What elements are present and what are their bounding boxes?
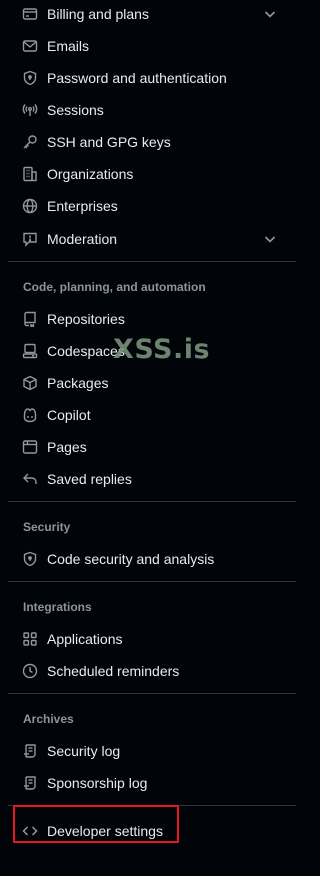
- chevron-down-icon[interactable]: [262, 231, 278, 247]
- sidebar-item-enterprises[interactable]: Enterprises: [14, 190, 294, 222]
- globe-icon: [22, 198, 38, 214]
- sidebar-item-label: Organizations: [47, 166, 134, 182]
- mail-icon: [22, 38, 38, 54]
- shield-lock-icon: [22, 551, 38, 567]
- divider: [8, 261, 296, 262]
- clock-icon: [22, 663, 38, 679]
- sidebar-item-label: Code security and analysis: [47, 551, 215, 567]
- sidebar-item-moderation[interactable]: Moderation: [14, 223, 294, 255]
- copilot-icon: [22, 407, 38, 423]
- sidebar-item-label: Security log: [47, 743, 121, 759]
- section-title-integrations: Integrations: [23, 600, 92, 614]
- section-title-security: Security: [23, 520, 71, 534]
- shield-lock-icon: [22, 70, 38, 86]
- reply-icon: [22, 471, 38, 487]
- sidebar-item-label: Emails: [47, 38, 90, 54]
- sidebar-item-label: SSH and GPG keys: [47, 134, 171, 150]
- sidebar-item-label: Saved replies: [47, 471, 132, 487]
- divider: [8, 501, 296, 502]
- repo-icon: [22, 311, 38, 327]
- sidebar-item-label: Billing and plans: [47, 6, 149, 22]
- sidebar-item-label: Applications: [47, 631, 123, 647]
- report-icon: [22, 231, 38, 247]
- sidebar-item-copilot[interactable]: Copilot: [14, 399, 294, 431]
- key-icon: [22, 134, 38, 150]
- divider: [8, 581, 296, 582]
- sidebar-item-saved-replies[interactable]: Saved replies: [14, 463, 294, 495]
- sidebar-item-label: Pages: [47, 439, 87, 455]
- organization-icon: [22, 166, 38, 182]
- sidebar-item-repositories[interactable]: Repositories: [14, 303, 294, 335]
- sidebar-item-ssh-gpg[interactable]: SSH and GPG keys: [14, 126, 294, 158]
- sidebar-item-label: Enterprises: [47, 198, 118, 214]
- sidebar-item-label: Password and authentication: [47, 70, 227, 86]
- watermark: XSS.is: [113, 334, 211, 365]
- sidebar-item-label: Scheduled reminders: [47, 663, 180, 679]
- sidebar-item-scheduled-reminders[interactable]: Scheduled reminders: [14, 655, 294, 687]
- broadcast-icon: [22, 102, 38, 118]
- sidebar-item-label: Sponsorship log: [47, 775, 148, 791]
- log-icon: [22, 743, 38, 759]
- sidebar-item-label: Moderation: [47, 231, 118, 247]
- highlight-annotation: [13, 805, 179, 843]
- chevron-down-icon[interactable]: [262, 6, 278, 22]
- sidebar-item-label: Copilot: [47, 407, 91, 423]
- sidebar-item-label: Repositories: [47, 311, 125, 327]
- section-title-archives: Archives: [23, 712, 74, 726]
- sidebar-item-organizations[interactable]: Organizations: [14, 158, 294, 190]
- sidebar-item-label: Packages: [47, 375, 109, 391]
- log-icon: [22, 775, 38, 791]
- sidebar-item-billing[interactable]: Billing and plans: [14, 0, 294, 30]
- sidebar-item-code-security[interactable]: Code security and analysis: [14, 543, 294, 575]
- apps-icon: [22, 631, 38, 647]
- sidebar-item-label: Sessions: [47, 102, 104, 118]
- section-title-code: Code, planning, and automation: [23, 280, 206, 294]
- browser-icon: [22, 439, 38, 455]
- divider: [8, 693, 296, 694]
- sidebar-item-password[interactable]: Password and authentication: [14, 62, 294, 94]
- sidebar-item-emails[interactable]: Emails: [14, 30, 294, 62]
- credit-card-icon: [22, 6, 38, 22]
- sidebar-item-security-log[interactable]: Security log: [14, 735, 294, 767]
- package-icon: [22, 375, 38, 391]
- sidebar-item-applications[interactable]: Applications: [14, 623, 294, 655]
- sidebar-item-sponsorship-log[interactable]: Sponsorship log: [14, 767, 294, 799]
- sidebar-item-packages[interactable]: Packages: [14, 367, 294, 399]
- sidebar-item-pages[interactable]: Pages: [14, 431, 294, 463]
- codespaces-icon: [22, 343, 38, 359]
- sidebar-item-sessions[interactable]: Sessions: [14, 94, 294, 126]
